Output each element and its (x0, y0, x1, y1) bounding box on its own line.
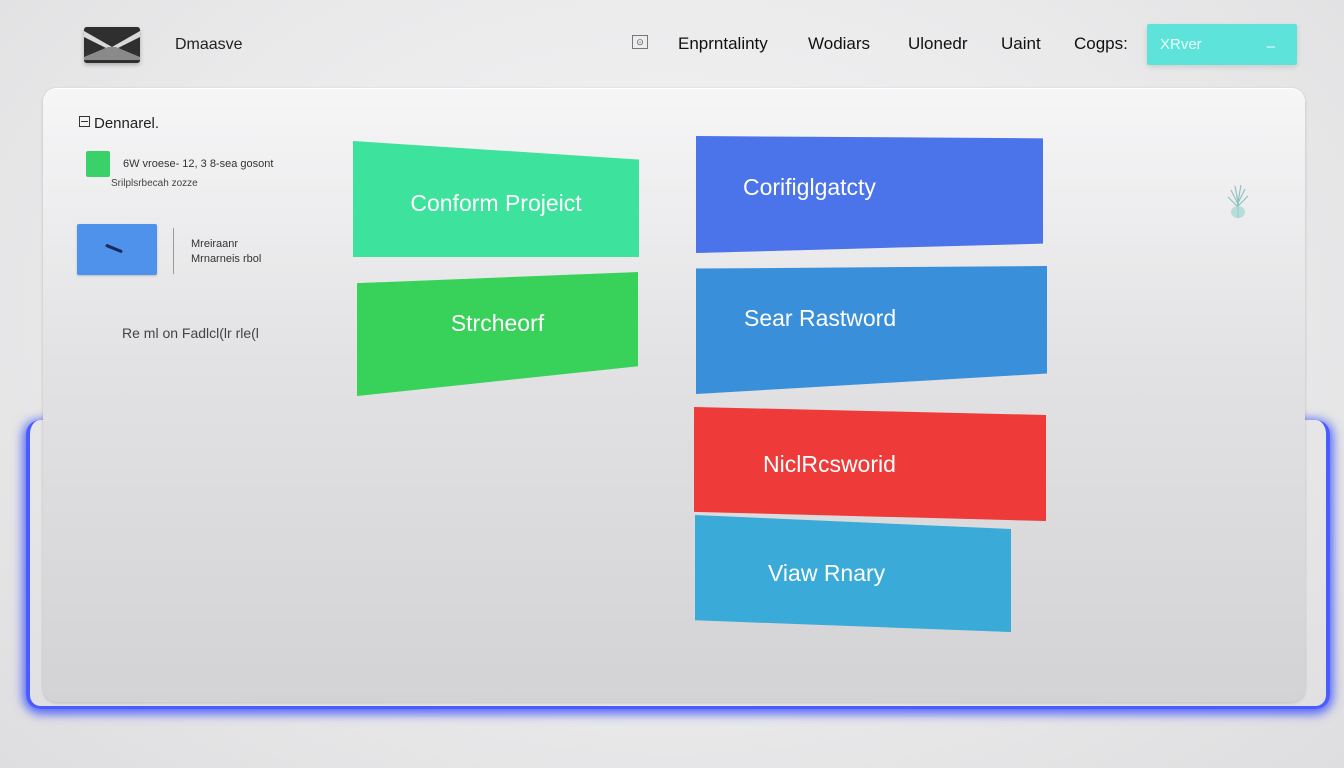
view-library-label: Viaw Rnary (768, 560, 886, 586)
list-item-subtitle: Srilplsrbecah zozze (111, 178, 198, 189)
search-password-label: Sear Rastword (744, 304, 897, 331)
conform-project-button[interactable]: Conform Projeict (353, 141, 639, 257)
view-library-button[interactable]: Viaw Rnary (695, 515, 1011, 632)
list-item-title: 6W vroese- 12, 3 8-sea gosont (123, 158, 274, 170)
top-action-label: XRver (1160, 36, 1202, 53)
divider (173, 228, 174, 274)
configure-label: Corifiglgatcty (743, 174, 876, 200)
reset-password-label: NiclRcsworid (763, 450, 896, 477)
list-item-title: Mreiraanr (191, 238, 239, 250)
nav-item-5[interactable]: Cogps: (1074, 34, 1128, 54)
nav-item-1[interactable]: Enprntalinty (678, 34, 768, 54)
collapse-icon[interactable] (79, 116, 90, 127)
nav-item-2[interactable]: Wodiars (808, 34, 870, 54)
item-blue-thumbnail[interactable] (77, 224, 157, 275)
sidebar-link[interactable]: Re ml on Fadlcl(lr rle(l (122, 325, 259, 341)
configure-button[interactable]: Corifiglgatcty (696, 136, 1043, 253)
nav-item-3[interactable]: Ulonedr (908, 34, 968, 54)
top-action-button[interactable]: XRver – (1147, 24, 1297, 65)
pen-icon (105, 243, 123, 254)
top-bar: Dmaasve ⊙ Enprntalinty Wodiars Ulonedr U… (0, 0, 1344, 88)
plant-icon (1225, 182, 1251, 220)
reset-password-button[interactable]: NiclRcsworid (694, 407, 1046, 521)
search-password-button[interactable]: Sear Rastword (696, 266, 1047, 394)
sidebar-title: Dennarel. (79, 115, 159, 132)
envelope-logo-icon[interactable] (84, 27, 140, 63)
list-item-subtitle: Mrnarneis rbol (191, 253, 262, 265)
sidebar-title-text: Dennarel. (94, 115, 160, 132)
item-green-thumbnail[interactable] (86, 151, 110, 177)
minus-icon: – (1266, 38, 1275, 55)
nav-item-4[interactable]: Uaint (1001, 34, 1041, 54)
structure-label: Strcheorf (450, 309, 545, 336)
conform-project-label: Conform Projeict (410, 189, 582, 216)
app-title: Dmaasve (175, 36, 243, 53)
search-icon[interactable]: ⊙ (632, 35, 648, 49)
main-panel (43, 88, 1305, 702)
